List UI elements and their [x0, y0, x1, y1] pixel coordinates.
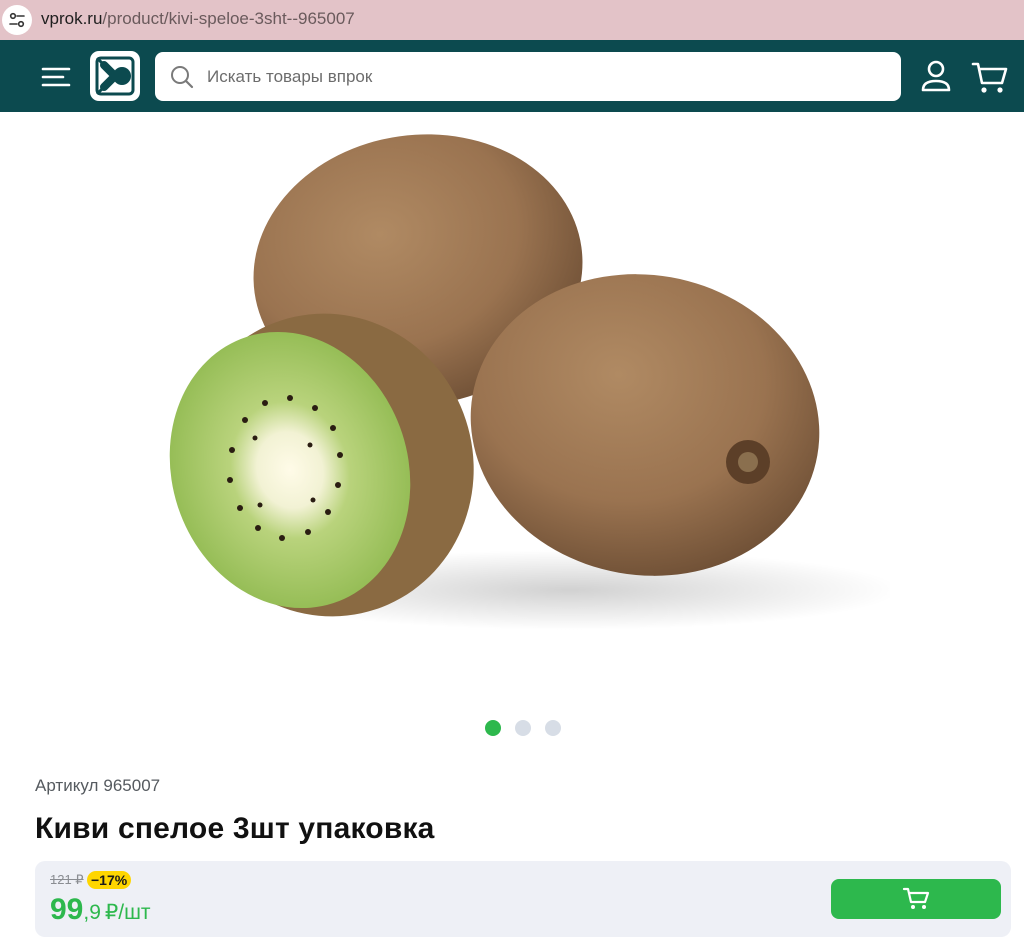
- search-input[interactable]: [207, 52, 887, 101]
- url-domain: vprok.ru: [41, 9, 103, 28]
- price-panel: 121 ₽ −17% 99,9 ₽/шт: [35, 861, 1011, 937]
- product-title: Киви спелое 3шт упаковка: [35, 812, 435, 845]
- discount-badge: −17%: [87, 871, 132, 889]
- hamburger-menu-icon[interactable]: [40, 62, 76, 92]
- carousel-dot-2[interactable]: [515, 720, 531, 736]
- site-info-icon[interactable]: [2, 5, 32, 35]
- url-path: /product/kivi-speloe-3sht--965007: [102, 9, 355, 28]
- product-image-kiwi[interactable]: [150, 120, 900, 680]
- cart-icon[interactable]: [970, 57, 1010, 97]
- carousel-dots: [485, 720, 561, 736]
- sku-label: Артикул: [35, 776, 99, 795]
- price-integer: 99: [50, 893, 84, 926]
- search-bar: [155, 52, 901, 101]
- vprok-logo[interactable]: [90, 51, 140, 101]
- carousel-dot-3[interactable]: [545, 720, 561, 736]
- search-icon[interactable]: [169, 64, 195, 95]
- add-to-cart-button[interactable]: [831, 879, 1001, 919]
- price-decimal: ,9: [83, 901, 101, 924]
- sku-value: 965007: [103, 776, 161, 795]
- old-price: 121 ₽: [50, 872, 84, 887]
- product-sku: Артикул 965007: [35, 776, 160, 796]
- url-text[interactable]: vprok.ru/product/kivi-speloe-3sht--96500…: [41, 9, 355, 29]
- browser-address-bar: vprok.ru/product/kivi-speloe-3sht--96500…: [0, 0, 1024, 40]
- current-price: 99,9 ₽/шт: [50, 893, 151, 927]
- price-unit: ₽/шт: [104, 901, 151, 924]
- user-icon[interactable]: [918, 57, 954, 97]
- carousel-dot-1[interactable]: [485, 720, 501, 736]
- cart-icon: [902, 885, 930, 914]
